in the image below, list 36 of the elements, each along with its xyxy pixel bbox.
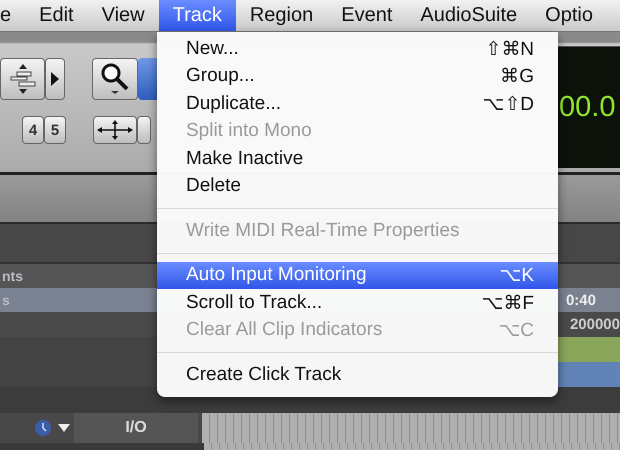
menu-title[interactable]: Region bbox=[236, 0, 328, 31]
menu-item[interactable]: Make Inactive bbox=[157, 145, 558, 172]
tool-button[interactable] bbox=[138, 58, 158, 100]
menu-title[interactable]: e bbox=[0, 0, 26, 31]
ruler-time: 0:40 bbox=[566, 292, 596, 308]
tempo-ruler bbox=[558, 362, 620, 387]
menu-title[interactable]: Edit bbox=[25, 0, 88, 31]
clock-icon bbox=[34, 419, 52, 437]
play-icon bbox=[51, 72, 59, 86]
menu-item[interactable]: Duplicate... ⌥⇧D bbox=[157, 90, 558, 118]
tool-button[interactable] bbox=[137, 116, 151, 144]
menu-item[interactable]: New... ⇧⌘N bbox=[157, 35, 558, 62]
dropdown-icon[interactable] bbox=[58, 424, 70, 432]
menu-item[interactable]: Delete bbox=[157, 172, 558, 200]
menu-item[interactable]: Scroll to Track... ⌥⌘F bbox=[157, 289, 558, 316]
number-button[interactable]: 4 bbox=[22, 116, 44, 144]
counter-value: 00.0 bbox=[559, 91, 616, 124]
move-button[interactable] bbox=[93, 116, 137, 144]
align-button[interactable] bbox=[0, 58, 45, 100]
ruler-samples: 200000 bbox=[570, 316, 620, 333]
menu-item[interactable]: Auto Input Monitoring ⌥K bbox=[157, 262, 558, 289]
move-arrows-icon bbox=[96, 119, 134, 141]
column-header: nts bbox=[2, 268, 23, 284]
align-icon bbox=[8, 62, 38, 96]
menu-title[interactable]: Track bbox=[158, 0, 236, 31]
column-header: I/O bbox=[125, 419, 147, 437]
zoom-button[interactable] bbox=[92, 58, 138, 100]
menu-item[interactable]: Group... ⌘G bbox=[157, 62, 558, 90]
track-label: s bbox=[2, 292, 10, 308]
menu-title[interactable]: AudioSuite bbox=[406, 0, 532, 31]
play-button[interactable] bbox=[45, 58, 65, 100]
menu-title[interactable]: View bbox=[88, 0, 159, 31]
number-button[interactable]: 5 bbox=[44, 116, 66, 144]
menu-title[interactable]: Optio bbox=[531, 0, 607, 31]
marker-ruler bbox=[558, 337, 620, 362]
menu-title[interactable]: Event bbox=[327, 0, 406, 31]
